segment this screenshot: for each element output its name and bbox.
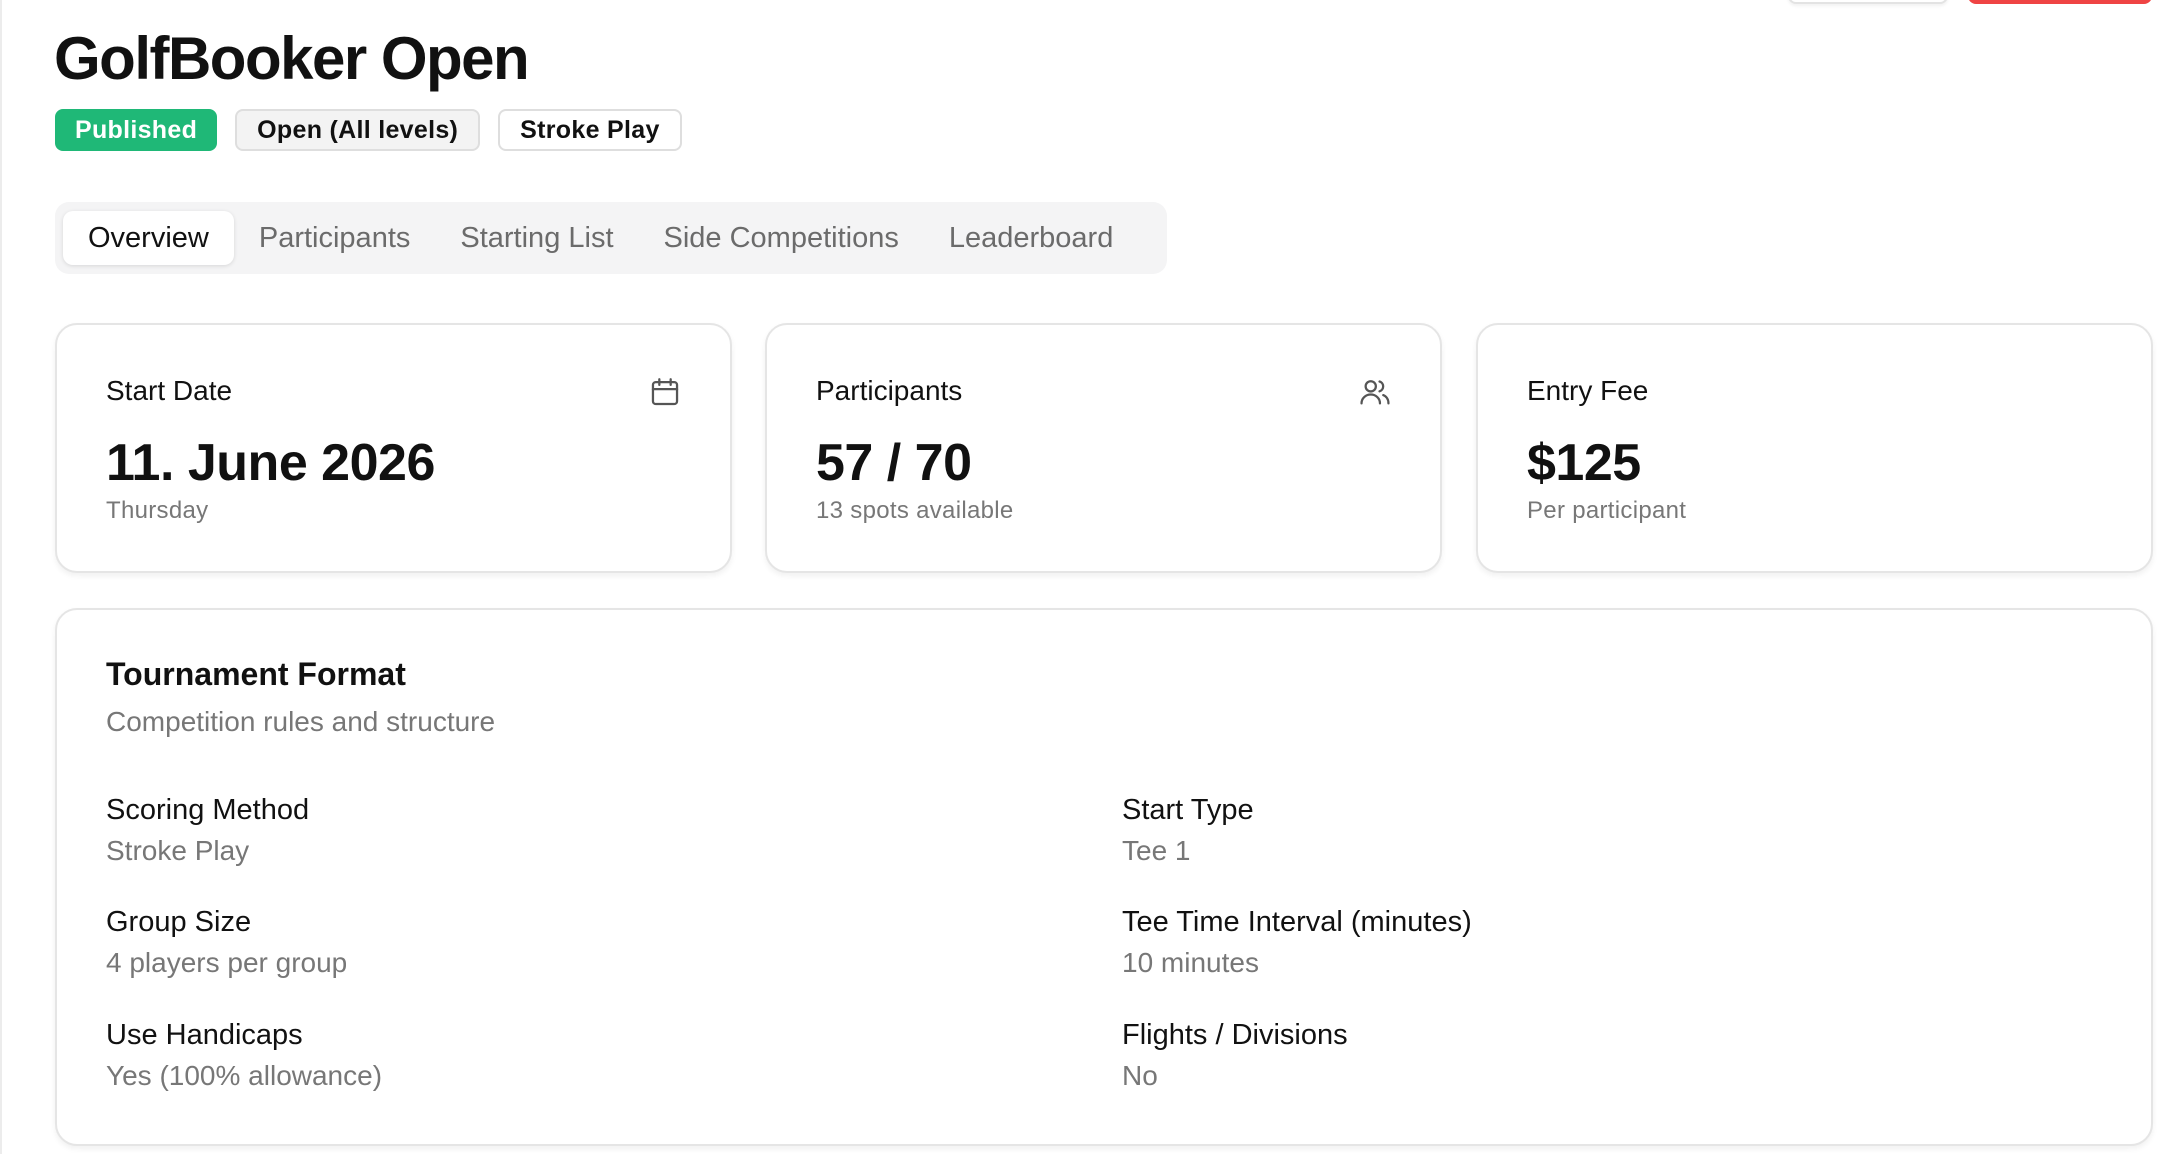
tab-overview[interactable]: Overview <box>63 211 234 265</box>
participants-value: 57 / 70 <box>816 434 972 492</box>
tab-bar: Overview Participants Starting List Side… <box>55 202 1167 274</box>
format-subtitle: Competition rules and structure <box>106 706 496 737</box>
field-label: Flights / Divisions <box>1122 1019 1348 1051</box>
group-size-field: Group Size 4 players per group <box>106 904 347 980</box>
field-label: Group Size <box>106 906 252 938</box>
field-value: Yes (100% allowance) <box>106 1060 383 1091</box>
page-title: GolfBooker Open <box>54 25 530 92</box>
page: GolfBooker Open Published Open (All leve… <box>0 0 2184 1154</box>
participants-card: Participants 57 / 70 13 spots available <box>765 323 1442 573</box>
field-value: No <box>1122 1060 1158 1091</box>
tee-interval-field: Tee Time Interval (minutes) 10 minutes <box>1122 904 1472 980</box>
format-title: Tournament Format <box>106 656 406 692</box>
header-danger-button[interactable] <box>1968 0 2152 4</box>
field-label: Tee Time Interval (minutes) <box>1122 906 1472 938</box>
field-value: 10 minutes <box>1122 947 1259 978</box>
field-label: Use Handicaps <box>106 1019 303 1051</box>
tournament-format-card: Tournament Format Competition rules and … <box>55 608 2153 1146</box>
field-value: Stroke Play <box>106 835 250 866</box>
flights-field: Flights / Divisions No <box>1122 1017 1348 1093</box>
start-date-label: Start Date <box>106 375 233 406</box>
tab-side-competitions[interactable]: Side Competitions <box>639 211 924 265</box>
scoring-method-field: Scoring Method Stroke Play <box>106 792 309 868</box>
participants-label: Participants <box>816 375 963 406</box>
entry-fee-label: Entry Fee <box>1527 375 1649 406</box>
field-value: 4 players per group <box>106 947 348 978</box>
start-date-card: Start Date 11. June 2026 Thursday <box>55 323 732 573</box>
field-value: Tee 1 <box>1122 835 1191 866</box>
tab-participants[interactable]: Participants <box>234 211 436 265</box>
badge-row: Published Open (All levels) Stroke Play <box>55 109 682 151</box>
spots-available: 13 spots available <box>816 497 1014 524</box>
calendar-icon <box>651 378 679 406</box>
field-label: Scoring Method <box>106 794 310 826</box>
level-badge: Open (All levels) <box>235 109 481 151</box>
format-badge: Stroke Play <box>498 109 682 151</box>
entry-fee-value: $125 <box>1527 434 1641 492</box>
tab-starting-list[interactable]: Starting List <box>435 211 638 265</box>
start-type-field: Start Type Tee 1 <box>1122 792 1254 868</box>
users-icon <box>1360 380 1390 405</box>
field-label: Start Type <box>1122 794 1254 826</box>
start-date-weekday: Thursday <box>106 497 209 524</box>
start-date-value: 11. June 2026 <box>106 434 435 492</box>
entry-fee-card: Entry Fee $125 Per participant <box>1476 323 2153 573</box>
header-action-button[interactable] <box>1788 0 1948 4</box>
status-badge: Published <box>55 109 218 151</box>
tab-leaderboard[interactable]: Leaderboard <box>924 211 1138 265</box>
entry-fee-note: Per participant <box>1527 497 1687 524</box>
handicaps-field: Use Handicaps Yes (100% allowance) <box>106 1017 382 1093</box>
